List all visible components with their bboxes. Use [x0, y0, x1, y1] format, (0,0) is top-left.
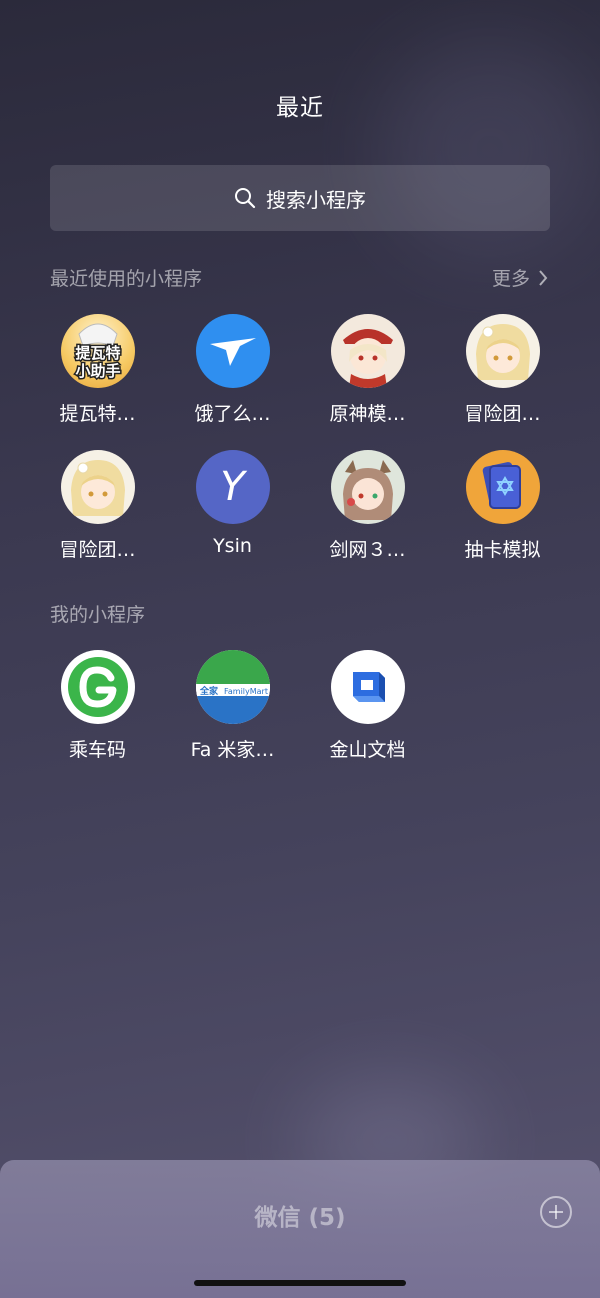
app-card-draw[interactable]: 抽卡模拟 [435, 450, 570, 586]
add-button[interactable] [540, 1196, 572, 1228]
app-transit-code[interactable]: 乘车码 [30, 650, 165, 786]
app-name: Ysin [213, 535, 252, 557]
transit-code-icon [60, 650, 135, 724]
lumine-avatar-icon [60, 450, 135, 524]
app-familymart[interactable]: 全家 FamilyMart Fa 米家… [165, 650, 300, 786]
kingsoft-docs-icon [330, 650, 405, 724]
card-draw-icon [465, 450, 540, 524]
more-link[interactable]: 更多 [492, 264, 548, 291]
app-name: 提瓦特… [59, 403, 136, 425]
app-genshin-sim[interactable]: 原神模… [300, 314, 435, 450]
mine-apps-grid: 乘车码 全家 FamilyMart Fa 米家… 金山文档 [30, 650, 570, 786]
eleme-bird-icon [195, 314, 270, 388]
genshin-character-icon [330, 314, 405, 388]
jx3-character-icon [330, 450, 405, 524]
app-name: 金山文档 [329, 739, 406, 761]
more-label: 更多 [491, 268, 530, 290]
app-adventure-team-1[interactable]: 冒险团… [435, 314, 570, 450]
home-indicator[interactable] [194, 1280, 406, 1286]
app-name: 抽卡模拟 [464, 539, 541, 561]
search-icon [235, 188, 256, 209]
bottom-panel[interactable]: 微信 (5) [0, 1160, 600, 1298]
familymart-en-text: FamilyMart [224, 687, 268, 696]
app-name: 冒险团… [464, 403, 541, 425]
app-name: 饿了么… [194, 403, 271, 425]
ysin-letter: Y [220, 464, 245, 510]
chevron-right-icon [539, 269, 548, 286]
app-name: 剑网３… [329, 539, 406, 561]
app-name: 冒险团… [59, 539, 136, 561]
app-eleme[interactable]: 饿了么… [165, 314, 300, 450]
wechat-chats-title: 微信 (5) [254, 1205, 346, 1231]
lumine-avatar-icon [465, 314, 540, 388]
search-label: 搜索小程序 [266, 187, 366, 212]
recent-section-title: 最近使用的小程序 [50, 268, 203, 290]
app-adventure-team-2[interactable]: 冒险团… [30, 450, 165, 586]
recent-apps-grid: 提瓦特 小助手 提瓦特… 饿了么… 原神模… 冒险团… 冒险团… Y Ysin … [30, 314, 570, 586]
app-kingsoft-docs[interactable]: 金山文档 [300, 650, 435, 786]
ysin-y-icon: Y [195, 450, 270, 524]
mine-section-title: 我的小程序 [50, 604, 146, 626]
app-jx3[interactable]: 剑网３… [300, 450, 435, 586]
tivat-icon-text-1: 提瓦特 [75, 344, 120, 362]
app-name: Fa 米家… [190, 739, 275, 761]
app-tivat-helper[interactable]: 提瓦特 小助手 提瓦特… [30, 314, 165, 450]
tivat-helper-icon: 提瓦特 小助手 [60, 314, 135, 388]
familymart-icon: 全家 FamilyMart [195, 650, 270, 724]
app-name: 乘车码 [68, 739, 126, 761]
page-title: 最近 [276, 95, 324, 121]
tivat-icon-text-2: 小助手 [75, 362, 120, 380]
familymart-cn-text: 全家 [199, 685, 219, 697]
app-ysin[interactable]: Y Ysin [165, 450, 300, 586]
app-name: 原神模… [329, 403, 406, 425]
search-bar[interactable]: 搜索小程序 [50, 165, 550, 231]
